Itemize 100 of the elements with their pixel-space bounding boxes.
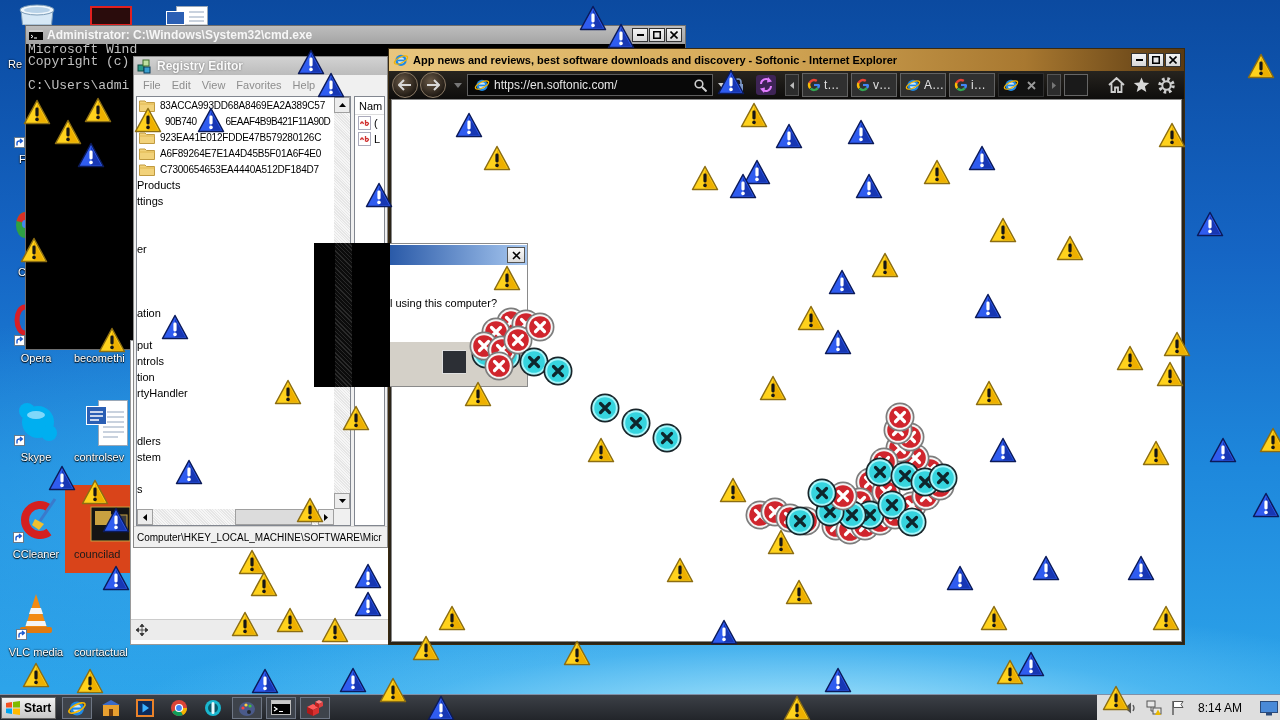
x-circle-icon <box>590 393 620 423</box>
back-button[interactable] <box>392 72 418 98</box>
warning-icon <box>847 119 875 145</box>
desktop-icon-label[interactable]: Re <box>8 58 23 71</box>
tree-item[interactable]: dlers <box>137 435 161 447</box>
value-name[interactable]: ( <box>374 117 378 129</box>
tree-item[interactable]: put <box>137 339 153 351</box>
monitor-icon[interactable] <box>1260 699 1278 716</box>
warning-icon <box>666 557 694 583</box>
tree-item[interactable]: stem <box>137 451 161 463</box>
tab[interactable] <box>998 73 1044 97</box>
tree-item[interactable]: s <box>137 483 143 495</box>
warning-icon <box>1156 361 1184 387</box>
start-button[interactable]: Start <box>1 696 57 719</box>
opera-icon[interactable] <box>14 304 25 346</box>
folder-icon[interactable] <box>139 98 155 112</box>
horizontal-scrollbar[interactable] <box>137 509 334 525</box>
scroll-left-button[interactable] <box>785 74 799 96</box>
up-arrow-icon[interactable] <box>338 103 346 107</box>
settings-icon[interactable] <box>1158 76 1175 94</box>
tree-item[interactable]: 923EA41E012FDDE47B579280126C <box>160 131 322 143</box>
desktop-icon-label[interactable]: Opera <box>16 352 56 365</box>
warning-icon <box>691 165 719 191</box>
right-arrow-icon[interactable] <box>324 513 328 521</box>
address-field[interactable]: https://en.softonic.com/ <box>467 74 713 96</box>
tree-item[interactable]: 90B740 <box>165 115 197 127</box>
value-name[interactable]: L <box>374 133 381 145</box>
close-button[interactable] <box>507 247 525 263</box>
close-button[interactable] <box>1165 53 1181 67</box>
folder-icon[interactable] <box>139 146 155 160</box>
tree-item[interactable]: tion <box>137 371 155 383</box>
clock[interactable]: 8:14 AM <box>1198 700 1243 715</box>
warning-icon <box>251 668 279 694</box>
warning-icon <box>1102 685 1130 711</box>
tree-item[interactable]: ntrols <box>137 355 164 367</box>
warning-icon <box>455 112 483 138</box>
taskbar-button[interactable] <box>266 696 297 719</box>
desktop-icon-label[interactable]: becomethi <box>74 352 125 365</box>
maximize-button[interactable] <box>649 28 665 42</box>
home-icon[interactable] <box>1108 77 1125 93</box>
warning-icon <box>740 102 768 128</box>
broom-icon[interactable] <box>13 497 59 543</box>
new-tab-button[interactable] <box>1064 74 1088 96</box>
dialog-button[interactable] <box>442 350 466 374</box>
warning-icon <box>989 437 1017 463</box>
tree-item[interactable]: C7300654653EA4440A512DF184D7 <box>160 163 319 175</box>
network-icon[interactable] <box>1146 699 1162 716</box>
search-icon[interactable] <box>694 78 707 92</box>
warning-icon <box>427 695 455 720</box>
warning-icon <box>175 459 203 485</box>
desktop-icon-label[interactable]: C <box>18 266 26 279</box>
document-icon[interactable] <box>166 6 208 25</box>
refresh-icon[interactable] <box>756 75 776 95</box>
tree-item[interactable]: 6EAAF4B9B421F11A90D <box>225 115 331 127</box>
tree-item[interactable]: Products <box>137 179 181 191</box>
folder-icon[interactable] <box>139 130 155 144</box>
tab[interactable]: i… <box>949 73 995 97</box>
desktop-icon-label[interactable]: councilad <box>74 548 121 561</box>
warning-icon <box>729 173 757 199</box>
caret-left-icon <box>790 81 794 89</box>
cubes-icon <box>305 698 326 717</box>
tree-item[interactable]: A6F89264E7E1A4D45B5F01A6F4E0 <box>160 147 322 159</box>
tree-item[interactable]: ttings <box>137 195 164 207</box>
down-arrow-icon[interactable] <box>338 499 346 503</box>
window-title: App news and reviews, best software downloads and discovery - Softonic - Internet Explorer <box>413 54 898 66</box>
tab[interactable]: v… <box>851 73 897 97</box>
warning-icon <box>797 305 825 331</box>
column-header[interactable]: Nam <box>355 97 384 115</box>
ie-icon <box>393 52 409 68</box>
tab[interactable]: A… <box>900 73 946 97</box>
skype-icon[interactable] <box>14 402 58 446</box>
left-arrow-icon[interactable] <box>143 513 147 521</box>
play-icon <box>136 698 155 717</box>
warning-icon <box>321 617 349 643</box>
maximize-button[interactable] <box>1148 53 1164 67</box>
minimize-button[interactable] <box>1131 53 1147 67</box>
taskbar-button[interactable] <box>62 696 93 719</box>
wheel-logo-icon <box>170 698 189 717</box>
warning-icon <box>975 380 1003 406</box>
close-icon[interactable] <box>1027 80 1036 90</box>
tree-item[interactable]: ation <box>137 307 161 319</box>
forward-button[interactable] <box>420 72 446 98</box>
flag-icon[interactable] <box>1171 700 1185 715</box>
scroll-right-button[interactable] <box>1047 74 1061 96</box>
warning-icon <box>1163 331 1191 357</box>
minimize-button[interactable] <box>632 28 648 42</box>
tree-item[interactable]: 83ACCA993DD68A8469EA2A389C57 <box>160 99 326 111</box>
close-button[interactable] <box>666 28 682 42</box>
folder-icon[interactable] <box>139 162 155 176</box>
tab[interactable]: t… <box>802 73 848 97</box>
star-icon[interactable] <box>1133 77 1150 93</box>
warning-icon <box>342 405 370 431</box>
move-icon[interactable] <box>136 624 148 636</box>
desktop-icon-label[interactable]: F <box>19 153 26 166</box>
tree-item[interactable]: rtyHandler <box>137 387 188 399</box>
warning-icon <box>710 619 738 645</box>
trash-can-icon[interactable] <box>18 4 56 25</box>
document-icon[interactable] <box>86 400 128 446</box>
shortcut-arrow-icon[interactable] <box>14 137 25 148</box>
tree-item[interactable]: er <box>137 243 147 255</box>
